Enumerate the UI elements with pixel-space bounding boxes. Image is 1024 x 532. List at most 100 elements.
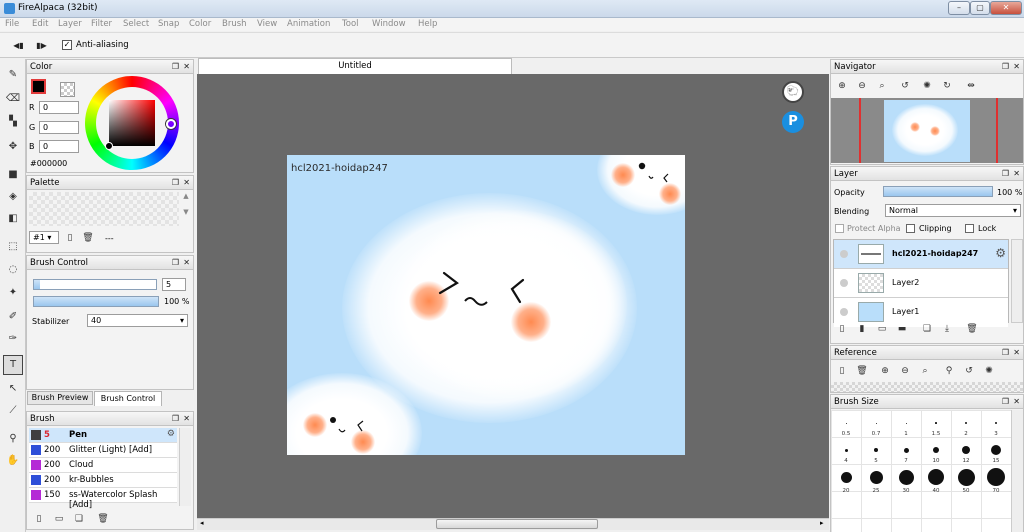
trash-icon[interactable]: 🗑 — [82, 232, 94, 244]
brush-size-option[interactable] — [898, 469, 914, 485]
brush-list-scrollbar[interactable] — [179, 428, 191, 506]
gradient-tool-icon[interactable]: ◧ — [5, 211, 21, 227]
hue-handle[interactable] — [166, 119, 176, 129]
horizontal-scroll-thumb[interactable] — [436, 519, 598, 529]
b-input[interactable]: 0 — [39, 140, 79, 153]
pen-tool-icon[interactable]: ✎ — [5, 67, 21, 83]
close-icon[interactable]: ✕ — [1013, 169, 1020, 178]
tab-brush-control[interactable]: Brush Control — [94, 391, 162, 406]
zoom-fit-icon[interactable]: ⌕ — [876, 80, 888, 92]
tab-brush-preview[interactable]: Brush Preview — [27, 391, 93, 405]
layer-opacity-slider[interactable] — [883, 186, 993, 197]
move-tool-icon[interactable]: ✥ — [5, 139, 21, 155]
brush-size-input[interactable]: 5 — [162, 278, 186, 291]
operation-tool-icon[interactable]: ↖ — [5, 381, 21, 397]
select-eraser-tool-icon[interactable]: ✑ — [5, 331, 21, 347]
rotate-left-icon[interactable]: ↺ — [899, 80, 911, 92]
zoom-fit-icon[interactable]: ⌕ — [919, 365, 931, 377]
saturation-square[interactable] — [109, 100, 155, 146]
trash-icon[interactable]: 🗑 — [856, 365, 868, 377]
brush-size-option[interactable] — [875, 422, 877, 424]
menu-help[interactable]: Help — [418, 19, 437, 29]
r-input[interactable]: 0 — [39, 101, 79, 114]
brush-size-option[interactable] — [905, 422, 907, 424]
brush-size-option[interactable] — [928, 469, 944, 485]
duplicate-layer-icon[interactable]: ❏ — [921, 323, 933, 335]
restore-icon[interactable]: ❐ — [172, 62, 179, 71]
brush-item-4[interactable]: 150 ss-Watercolor Splash [Add] — [29, 488, 177, 510]
brush-size-option[interactable] — [840, 471, 852, 483]
drawing-canvas[interactable]: hcl2021-hoidap247 — [287, 155, 685, 455]
menu-animation[interactable]: Animation — [287, 19, 330, 29]
select-tool-icon[interactable]: ⬚ — [5, 239, 21, 255]
menu-filter[interactable]: Filter — [91, 19, 112, 29]
brush-size-option[interactable] — [935, 422, 937, 424]
menu-window[interactable]: Window — [372, 19, 406, 29]
redo-icon[interactable]: ▮▶ — [36, 41, 47, 51]
brush-size-slider[interactable] — [33, 279, 157, 290]
brush-size-option[interactable] — [957, 468, 975, 486]
minimize-button[interactable]: – — [948, 1, 970, 15]
g-input[interactable]: 0 — [39, 121, 79, 134]
antialias-checkbox[interactable]: ✓ — [62, 40, 72, 50]
brush-size-scrollbar[interactable] — [1011, 410, 1023, 532]
brush-size-option[interactable] — [845, 422, 847, 424]
restore-icon[interactable]: ❐ — [1002, 348, 1009, 357]
navigator-preview[interactable] — [831, 98, 1023, 163]
new-1bit-layer-icon[interactable]: ▭ — [876, 323, 888, 335]
bucket-tool-icon[interactable]: ◈ — [5, 189, 21, 205]
close-icon[interactable]: ✕ — [183, 62, 190, 71]
restore-icon[interactable]: ❐ — [172, 178, 179, 187]
restore-icon[interactable]: ❐ — [172, 414, 179, 423]
mascot-icon[interactable]: 🐑 — [782, 81, 804, 103]
visibility-icon[interactable] — [840, 279, 848, 287]
restore-icon[interactable]: ❐ — [1002, 397, 1009, 406]
close-icon[interactable]: ✕ — [1013, 348, 1020, 357]
close-button[interactable]: ✕ — [990, 1, 1022, 15]
zoom-out-icon[interactable]: ⊖ — [899, 365, 911, 377]
gear-icon[interactable]: ⚙ — [995, 246, 1006, 260]
new-palette-icon[interactable]: ▯ — [64, 232, 76, 244]
scroll-left-icon[interactable]: ◂ — [200, 519, 204, 527]
flip-horizontal-icon[interactable]: ⇹ — [965, 80, 977, 92]
menu-select[interactable]: Select — [123, 19, 149, 29]
brush-size-option[interactable] — [844, 448, 848, 452]
brush-opacity-slider[interactable] — [33, 296, 159, 307]
close-icon[interactable]: ✕ — [183, 178, 190, 187]
maximize-button[interactable]: ▢ — [970, 1, 990, 15]
visibility-icon[interactable] — [840, 250, 848, 258]
menu-color[interactable]: Color — [189, 19, 211, 29]
brush-item-2[interactable]: 200 Cloud — [29, 458, 177, 473]
palette-swatches[interactable] — [29, 192, 179, 226]
close-icon[interactable]: ✕ — [183, 258, 190, 267]
brush-size-grid[interactable]: 0.5 0.7 1 1.5 2 3 4 5 7 10 12 15 20 25 30 40 50 70 — [831, 410, 1011, 532]
tab-document[interactable]: Untitled — [198, 58, 512, 74]
visibility-icon[interactable] — [840, 308, 848, 316]
brush-item-1[interactable]: 200 Glitter (Light) [Add] — [29, 443, 177, 458]
brush-size-option[interactable] — [991, 445, 1001, 455]
menu-file[interactable]: File — [5, 19, 19, 29]
fill-rect-tool-icon[interactable]: ■ — [5, 167, 21, 183]
gear-icon[interactable]: ⚙ — [167, 429, 175, 439]
menu-layer[interactable]: Layer — [58, 19, 82, 29]
reference-preview[interactable] — [831, 382, 1023, 392]
duplicate-brush-icon[interactable]: ❏ — [73, 513, 85, 525]
magic-wand-tool-icon[interactable]: ✦ — [5, 285, 21, 301]
protect-alpha-checkbox[interactable] — [835, 224, 844, 233]
folder-icon[interactable]: ▬ — [896, 323, 908, 335]
open-reference-icon[interactable]: ▯ — [836, 365, 848, 377]
trash-icon[interactable]: 🗑 — [97, 513, 109, 525]
zoom-in-icon[interactable]: ⊕ — [879, 365, 891, 377]
layer-row-0[interactable]: hcl2021-hoidap247 ⚙ — [834, 240, 1008, 269]
eraser-tool-icon[interactable]: ⌫ — [5, 91, 21, 107]
primary-color-swatch[interactable] — [31, 79, 46, 94]
divide-tool-icon[interactable]: ⟋ — [5, 403, 21, 419]
palette-select[interactable]: #1 ▾ — [29, 231, 59, 244]
palette-scrollbar[interactable]: ▲ ▼ — [181, 192, 191, 226]
undo-icon[interactable]: ◀▮ — [13, 41, 24, 51]
new-layer-icon[interactable]: ▯ — [836, 323, 848, 335]
hand-tool-icon[interactable]: ✋ — [5, 453, 21, 469]
brush-size-option[interactable] — [903, 447, 909, 453]
menu-view[interactable]: View — [257, 19, 277, 29]
brush-size-option[interactable] — [987, 468, 1005, 486]
